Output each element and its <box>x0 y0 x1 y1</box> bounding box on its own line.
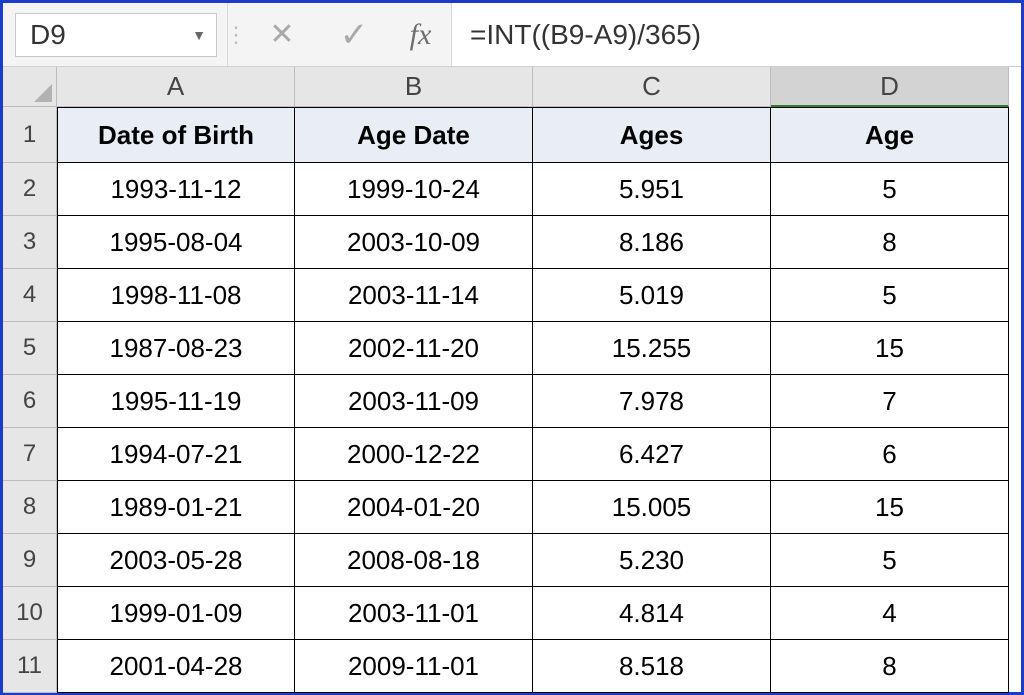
cell[interactable]: 1987-08-23 <box>57 322 295 375</box>
cell[interactable]: 15 <box>771 481 1009 534</box>
cell[interactable]: 1994-07-21 <box>57 428 295 481</box>
name-box-value: D9 <box>30 19 66 51</box>
cell[interactable]: 5.951 <box>533 163 771 216</box>
row-header-3[interactable]: 3 <box>3 216 57 269</box>
row-header-6[interactable]: 6 <box>3 375 57 428</box>
column-header-a[interactable]: A <box>57 67 295 107</box>
cell[interactable]: 1989-01-21 <box>57 481 295 534</box>
cell[interactable]: 1999-10-24 <box>295 163 533 216</box>
cell[interactable]: 4 <box>771 587 1009 640</box>
table-header[interactable]: Age Date <box>295 107 533 163</box>
cell[interactable]: 5 <box>771 163 1009 216</box>
row-header-1[interactable]: 1 <box>3 107 57 163</box>
cell[interactable]: 5.230 <box>533 534 771 587</box>
row-header-8[interactable]: 8 <box>3 481 57 534</box>
name-box-container: D9 ▼ <box>3 3 228 66</box>
cell[interactable]: 15 <box>771 322 1009 375</box>
cell[interactable]: 15.005 <box>533 481 771 534</box>
cell[interactable]: 6 <box>771 428 1009 481</box>
cell[interactable]: 15.255 <box>533 322 771 375</box>
table-header[interactable]: Age <box>771 107 1009 163</box>
cell[interactable]: 2003-10-09 <box>295 216 533 269</box>
cell[interactable]: 2003-11-14 <box>295 269 533 322</box>
formula-input[interactable]: =INT((B9-A9)/365) <box>452 3 1021 66</box>
cell[interactable]: 2000-12-22 <box>295 428 533 481</box>
cell[interactable]: 8 <box>771 640 1009 693</box>
separator-dots-icon: ⋮ <box>228 3 246 66</box>
cell[interactable]: 5 <box>771 269 1009 322</box>
cell[interactable]: 2003-05-28 <box>57 534 295 587</box>
cell[interactable]: 2002-11-20 <box>295 322 533 375</box>
x-icon: ✕ <box>269 17 294 52</box>
cell[interactable]: 2009-11-01 <box>295 640 533 693</box>
table-header[interactable]: Ages <box>533 107 771 163</box>
check-icon: ✓ <box>340 15 369 55</box>
cell[interactable]: 7 <box>771 375 1009 428</box>
insert-function-button[interactable]: fx <box>390 3 452 66</box>
cell[interactable]: 2008-08-18 <box>295 534 533 587</box>
cell[interactable]: 8 <box>771 216 1009 269</box>
formula-bar: D9 ▼ ⋮ ✕ ✓ fx =INT((B9-A9)/365) <box>3 3 1021 67</box>
cell[interactable]: 4.814 <box>533 587 771 640</box>
row-header-2[interactable]: 2 <box>3 163 57 216</box>
cell[interactable]: 8.186 <box>533 216 771 269</box>
cell[interactable]: 5 <box>771 534 1009 587</box>
cell[interactable]: 7.978 <box>533 375 771 428</box>
cell[interactable]: 1995-11-19 <box>57 375 295 428</box>
row-header-10[interactable]: 10 <box>3 587 57 640</box>
cell[interactable]: 2003-11-09 <box>295 375 533 428</box>
name-box[interactable]: D9 ▼ <box>15 13 217 57</box>
row-header-7[interactable]: 7 <box>3 428 57 481</box>
table-header[interactable]: Date of Birth <box>57 107 295 163</box>
cell[interactable]: 2001-04-28 <box>57 640 295 693</box>
column-header-b[interactable]: B <box>295 67 533 107</box>
select-all-corner[interactable] <box>3 67 57 107</box>
cell[interactable]: 1993-11-12 <box>57 163 295 216</box>
fx-icon: fx <box>410 18 432 52</box>
spreadsheet-grid[interactable]: ABCD 1Date of BirthAge DateAgesAge 21993-1… <box>3 67 1021 693</box>
cell[interactable]: 6.427 <box>533 428 771 481</box>
row-header-11[interactable]: 11 <box>3 640 57 693</box>
cell[interactable]: 5.019 <box>533 269 771 322</box>
enter-button[interactable]: ✓ <box>318 3 390 66</box>
row-header-5[interactable]: 5 <box>3 322 57 375</box>
cell[interactable]: 2003-11-01 <box>295 587 533 640</box>
column-header-c[interactable]: C <box>533 67 771 107</box>
cell[interactable]: 8.518 <box>533 640 771 693</box>
column-header-d[interactable]: D <box>771 67 1009 107</box>
formula-text: =INT((B9-A9)/365) <box>470 19 701 51</box>
row-header-4[interactable]: 4 <box>3 269 57 322</box>
dropdown-icon[interactable]: ▼ <box>192 27 206 43</box>
cell[interactable]: 2004-01-20 <box>295 481 533 534</box>
cell[interactable]: 1995-08-04 <box>57 216 295 269</box>
row-header-9[interactable]: 9 <box>3 534 57 587</box>
cell[interactable]: 1999-01-09 <box>57 587 295 640</box>
cell[interactable]: 1998-11-08 <box>57 269 295 322</box>
cancel-button[interactable]: ✕ <box>246 3 318 66</box>
